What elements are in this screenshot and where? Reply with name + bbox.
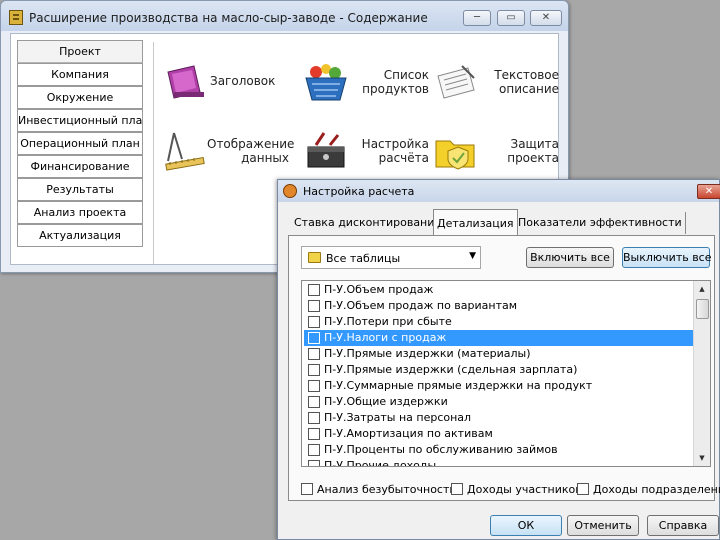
list-item-checkbox[interactable]: [308, 284, 320, 296]
tab-efficiency[interactable]: Показатели эффективности: [515, 212, 686, 234]
dialog-title-bar[interactable]: Настройка расчета ✕: [278, 180, 720, 202]
help-button[interactable]: Справка: [647, 515, 719, 536]
divisions-label: Доходы подразделений: [593, 483, 720, 496]
dialog-title: Настройка расчета: [303, 185, 415, 198]
list-item[interactable]: П-У.Амортизация по активам: [304, 426, 694, 442]
module-text-label: Текстовое описание: [494, 68, 559, 96]
folder-icon: [308, 252, 321, 263]
nav-button-environment[interactable]: Окружение: [17, 86, 143, 109]
scroll-thumb[interactable]: [696, 299, 709, 319]
maximize-button[interactable]: ▭: [497, 10, 525, 26]
list-item-label: П-У.Потери при сбыте: [324, 315, 452, 328]
list-item[interactable]: П-У.Прямые издержки (материалы): [304, 346, 694, 362]
list-item-checkbox[interactable]: [308, 332, 320, 344]
nav-button-operating-plan[interactable]: Операционный план: [17, 132, 143, 155]
section-nav: Проект Компания Окружение Инвестиционный…: [17, 40, 143, 247]
list-item-checkbox[interactable]: [308, 396, 320, 408]
list-item-checkbox[interactable]: [308, 444, 320, 456]
ruler-compass-icon: [165, 132, 205, 171]
list-scrollbar[interactable]: ▲ ▼: [693, 281, 710, 466]
list-item[interactable]: П-У.Прочие доходы: [304, 458, 694, 467]
tables-combo-value: Все таблицы: [326, 252, 401, 265]
list-item-label: П-У.Прямые издержки (материалы): [324, 347, 531, 360]
chevron-down-icon[interactable]: ▼: [469, 251, 476, 261]
list-item[interactable]: П-У.Потери при сбыте: [304, 314, 694, 330]
divisions-checkbox[interactable]: [577, 483, 589, 495]
list-item-selected[interactable]: П-У.Налоги с продаж: [304, 330, 694, 346]
module-products-label: Список продуктов: [362, 68, 429, 96]
minimize-button[interactable]: ─: [463, 10, 491, 26]
list-item-checkbox[interactable]: [308, 460, 320, 466]
cancel-button[interactable]: Отменить: [567, 515, 639, 536]
list-item[interactable]: П-У.Суммарные прямые издержки на продукт: [304, 378, 694, 394]
app-logo-icon: [283, 184, 297, 198]
nav-button-project-analysis[interactable]: Анализ проекта: [17, 201, 143, 224]
breakeven-label: Анализ безубыточности: [317, 483, 457, 496]
basket-icon: [305, 64, 347, 101]
list-item[interactable]: П-У.Объем продаж по вариантам: [304, 298, 694, 314]
module-header-label: Заголовок: [210, 74, 276, 88]
close-button[interactable]: ✕: [530, 10, 562, 26]
document-icon: [437, 65, 475, 99]
tables-combo[interactable]: Все таблицы ▼: [301, 246, 481, 269]
tables-list[interactable]: П-У.Объем продаж П-У.Объем продаж по вар…: [301, 280, 711, 467]
scroll-up-icon[interactable]: ▲: [694, 281, 710, 297]
tab-detailing[interactable]: Детализация: [433, 209, 518, 235]
nav-button-investment-plan[interactable]: Инвестиционный план: [17, 109, 143, 132]
list-item[interactable]: П-У.Затраты на персонал: [304, 410, 694, 426]
module-products[interactable]: Список продуктов: [304, 58, 429, 108]
main-title-bar[interactable]: Расширение производства на масло-сыр-зав…: [1, 1, 568, 31]
module-text[interactable]: Текстовое описание: [434, 58, 559, 108]
list-item-checkbox[interactable]: [308, 364, 320, 376]
list-item-label: П-У.Суммарные прямые издержки на продукт: [324, 379, 593, 392]
module-header[interactable]: Заголовок: [164, 58, 289, 108]
participants-label: Доходы участников: [467, 483, 582, 496]
folder-shield-icon: [435, 140, 475, 170]
list-item-label: П-У.Общие издержки: [324, 395, 448, 408]
folder-purple-icon: [167, 65, 204, 99]
list-item-checkbox[interactable]: [308, 348, 320, 360]
list-item-checkbox[interactable]: [308, 428, 320, 440]
list-item-label: П-У.Прочие доходы: [324, 459, 437, 467]
module-protect[interactable]: Защита проекта: [434, 127, 559, 177]
list-item[interactable]: П-У.Проценты по обслуживанию займов: [304, 442, 694, 458]
list-item-checkbox[interactable]: [308, 300, 320, 312]
calc-settings-dialog: Настройка расчета ✕ Ставка дисконтирован…: [277, 179, 720, 540]
scroll-down-icon[interactable]: ▼: [694, 450, 710, 466]
list-item-label: П-У.Прямые издержки (сдельная зарплата): [324, 363, 578, 376]
list-item-label: П-У.Налоги с продаж: [324, 331, 447, 344]
detailing-panel: Все таблицы ▼ Включить все Выключить все…: [288, 235, 720, 501]
ok-button[interactable]: ОК: [490, 515, 562, 536]
notebook-icon: [9, 10, 23, 25]
module-protect-label: Защита проекта: [507, 137, 559, 165]
participants-checkbox[interactable]: [451, 483, 463, 495]
nav-button-project[interactable]: Проект: [17, 40, 143, 63]
list-item-label: П-У.Объем продаж по вариантам: [324, 299, 518, 312]
list-item[interactable]: П-У.Общие издержки: [304, 394, 694, 410]
module-display-label: Отображение данных: [207, 137, 295, 165]
list-item[interactable]: П-У.Объем продаж: [304, 282, 694, 298]
nav-button-actualization[interactable]: Актуализация: [17, 224, 143, 247]
module-calc-settings[interactable]: Настройка расчёта: [304, 127, 429, 177]
dialog-close-button[interactable]: ✕: [697, 184, 720, 199]
list-item-label: П-У.Объем продаж: [324, 283, 434, 296]
list-item-checkbox[interactable]: [308, 412, 320, 424]
list-item-label: П-У.Амортизация по активам: [324, 427, 493, 440]
nav-button-company[interactable]: Компания: [17, 63, 143, 86]
main-window-title: Расширение производства на масло-сыр-зав…: [29, 11, 428, 25]
list-item[interactable]: П-У.Прямые издержки (сдельная зарплата): [304, 362, 694, 378]
breakeven-checkbox[interactable]: [301, 483, 313, 495]
list-item-checkbox[interactable]: [308, 316, 320, 328]
disable-all-button[interactable]: Выключить все: [622, 247, 712, 268]
list-item-label: П-У.Проценты по обслуживанию займов: [324, 443, 558, 456]
list-item-label: П-У.Затраты на персонал: [324, 411, 472, 424]
toolbox-icon: [307, 132, 345, 168]
module-display[interactable]: Отображение данных: [164, 127, 295, 177]
nav-button-financing[interactable]: Финансирование: [17, 155, 143, 178]
list-item-checkbox[interactable]: [308, 380, 320, 392]
nav-button-results[interactable]: Результаты: [17, 178, 143, 201]
tab-discount-rate[interactable]: Ставка дисконтирования: [291, 212, 446, 234]
enable-all-button[interactable]: Включить все: [526, 247, 614, 268]
module-calc-settings-label: Настройка расчёта: [361, 137, 429, 165]
